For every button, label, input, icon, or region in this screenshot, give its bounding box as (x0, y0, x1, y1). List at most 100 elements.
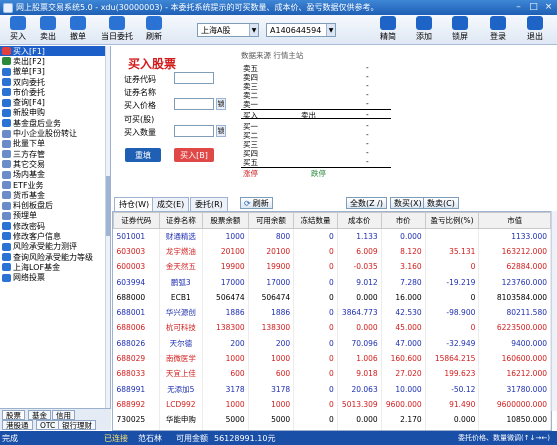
sidebar-item-lof[interactable]: 上海LOF基金 (0, 262, 110, 272)
table-row[interactable]: 688033 天宜上佳 600 600 0 9.018 27.020 199.623 16212… (113, 366, 551, 382)
col-header[interactable]: 股票余额 (202, 212, 249, 229)
table-row[interactable]: 688006 杭可科技 138300 138300 0 0.000 45.000 0 62235… (113, 320, 551, 336)
exit-button[interactable]: 退出 (521, 16, 549, 42)
sidebar-item-change-password[interactable]: 修改密码 (0, 221, 110, 231)
close-icon[interactable]: × (542, 1, 555, 13)
sidebar-item-star-after[interactable]: 料创板盘后 (0, 200, 110, 210)
scrollbar-thumb[interactable] (106, 176, 110, 236)
table-row[interactable]: 730025 华能申购 5000 5000 0 0.000 2.170 0.000 10850.… (113, 412, 551, 428)
today-orders-button[interactable]: 当日委托 (98, 16, 136, 42)
quantity-stepper[interactable]: 锁 (216, 125, 226, 137)
quantity-input[interactable] (174, 125, 214, 137)
table-row[interactable]: 603003 龙宇燃油 20100 20100 0 6.009 8.120 35.131 163… (113, 243, 551, 260)
table-row[interactable]: 688992 LCD992 1000 1000 0 5013.309 9600.000 91.… (113, 396, 551, 413)
query-icon (2, 98, 11, 107)
table-row[interactable]: 688026 天尔德 200 200 0 70.096 47.000 -32.949 9400.… (113, 335, 551, 351)
sidebar-item-vote[interactable]: 网络投票 (0, 273, 110, 283)
sidebar-item-third-party[interactable]: 三方存管 (0, 149, 110, 159)
minimize-icon[interactable]: – (512, 1, 525, 13)
table-cell: 0 (293, 259, 338, 275)
quote-row: 卖一 - (243, 99, 369, 109)
tab-deals[interactable]: 成交(E) (152, 197, 190, 211)
table-cell: 1000 (202, 350, 249, 367)
market-select[interactable]: 上海A股 ▼ (197, 23, 259, 37)
sidebar-item-other-trade[interactable]: 其它交易 (0, 159, 110, 169)
table-row[interactable]: 688991 无添加5 3178 3178 0 20.063 10.000 -50.12 317… (113, 381, 551, 397)
third-button[interactable]: 数卖(C) (423, 197, 459, 209)
col-header[interactable]: 证券名称 (158, 212, 204, 229)
col-header[interactable]: 证券代码 (113, 212, 160, 229)
sidebar-item-dual-order[interactable]: 双向委托 (0, 77, 110, 87)
sidebar-item-money-fund[interactable]: 货币基金 (0, 190, 110, 200)
price-input[interactable] (174, 98, 214, 110)
table-row[interactable]: 603994 鹏弧3 17000 17000 0 9.012 7.280 -19.219 123… (113, 274, 551, 290)
buy-button[interactable]: 买入 (4, 16, 32, 42)
half-button[interactable]: 数买(X) (390, 197, 426, 209)
table-row[interactable]: 600003 金天然五 19900 19900 0 -0.035 3.160 0 62884.0… (113, 259, 551, 275)
tab-fund[interactable]: 基金 (28, 410, 51, 420)
sidebar-item-market-order[interactable]: 市价委托 (0, 87, 110, 97)
all-button[interactable]: 全数(Z /) (346, 197, 387, 209)
sidebar-item-batch-order[interactable]: 批量下单 (0, 139, 110, 149)
col-header[interactable]: 冻结数量 (293, 212, 338, 229)
sidebar-item-sme-transfer[interactable]: 中小企业股份转让 (0, 128, 110, 138)
table-cell: 2.170 (381, 412, 426, 428)
edit-icon (2, 232, 11, 241)
lock-screen-button[interactable]: 锁屏 (446, 16, 474, 42)
tab-stock[interactable]: 股票 (2, 410, 25, 420)
sidebar-item-query[interactable]: 查询[F4] (0, 97, 110, 107)
folder-icon (2, 139, 11, 148)
col-header[interactable]: 成本价 (336, 212, 382, 229)
table-cell: 688992 (113, 396, 160, 413)
tab-positions[interactable]: 持仓(W) (114, 197, 155, 211)
sidebar-item-buy[interactable]: 买入[F1] (0, 46, 110, 57)
sidebar-item-exchange-fund[interactable]: 场内基金 (0, 170, 110, 180)
sell-button[interactable]: 卖出 (34, 16, 62, 42)
simplify-button[interactable]: 精简 (374, 16, 402, 42)
tab-hk-connect[interactable]: 港股通 (2, 420, 33, 430)
table-row[interactable]: 501001 财通精选 1000 800 0 1.133 0.000 1133.000 (113, 228, 551, 244)
maximize-icon[interactable]: □ (527, 1, 540, 13)
code-input[interactable] (174, 72, 214, 84)
tab-orders[interactable]: 委托(R) (190, 197, 228, 211)
table-cell: 鹏弧3 (159, 274, 204, 290)
lof-icon (2, 263, 11, 272)
account-select[interactable]: A140644594 ▼ (266, 23, 336, 37)
sidebar-item-etf[interactable]: ETF业务 (0, 180, 110, 190)
orders-icon (109, 16, 125, 30)
sidebar-item-ipo[interactable]: 新股申购 (0, 108, 110, 118)
sidebar-item-sell[interactable]: 卖出[F2] (0, 56, 110, 66)
reset-button[interactable]: 重填 (125, 148, 161, 162)
table-scrollbar[interactable] (551, 211, 557, 411)
refresh-table-button[interactable]: ⟳ 刷新 (240, 197, 273, 209)
table-cell: -0.035 (337, 259, 382, 275)
sidebar-item-fund-after[interactable]: 基金盘后业务 (0, 118, 110, 128)
col-header[interactable]: 市价 (380, 212, 426, 229)
add-button[interactable]: 添加 (410, 16, 438, 42)
table-cell: 南微医学 (159, 350, 204, 367)
sidebar-item-edit-info[interactable]: 修改客户信息 (0, 231, 110, 241)
sidebar-item-preorder[interactable]: 预埋单 (0, 211, 110, 221)
table-row[interactable]: 688029 南微医学 1000 1000 0 1.006 160.600 15864.215… (113, 350, 551, 367)
login-button[interactable]: 登录 (484, 16, 512, 42)
table-row[interactable]: 688001 华兴源创 1886 1886 0 3864.773 42.530 -98.900… (113, 304, 551, 321)
col-header[interactable]: 可用余额 (247, 212, 295, 229)
tab-otc[interactable]: OTC (36, 420, 60, 430)
tab-bank-wealth[interactable]: 银行理财 (58, 420, 96, 430)
table-cell: 1000 (248, 396, 295, 413)
tab-credit[interactable]: 信用 (52, 410, 75, 420)
col-header[interactable]: 市值 (478, 212, 551, 229)
refresh-button[interactable]: 刷新 (140, 16, 168, 42)
buy-submit-button[interactable]: 买入[B] (174, 148, 214, 162)
table-row[interactable]: 688000 ECB1 506474 506474 0 0.000 16.000 0 81035… (113, 289, 551, 305)
sidebar-item-risk-test[interactable]: 风险承受能力测评 (0, 242, 110, 252)
table-cell: 138300 (248, 320, 295, 336)
cancel-order-button[interactable]: 撤单 (64, 16, 92, 42)
title-bar: 网上股票交易系统5.0 - xdu(30000003) - 本委托系统提示的可买… (0, 0, 557, 15)
sidebar-item-cancel[interactable]: 撤单[F3] (0, 67, 110, 77)
sidebar-item-risk-level[interactable]: 查询风险承受能力等级 (0, 252, 110, 262)
col-header[interactable]: 盈亏比例(%) (424, 212, 480, 229)
table-cell: 0 (293, 366, 338, 382)
price-stepper[interactable]: 锁 (216, 98, 226, 110)
sidebar-scrollbar[interactable] (105, 46, 110, 408)
